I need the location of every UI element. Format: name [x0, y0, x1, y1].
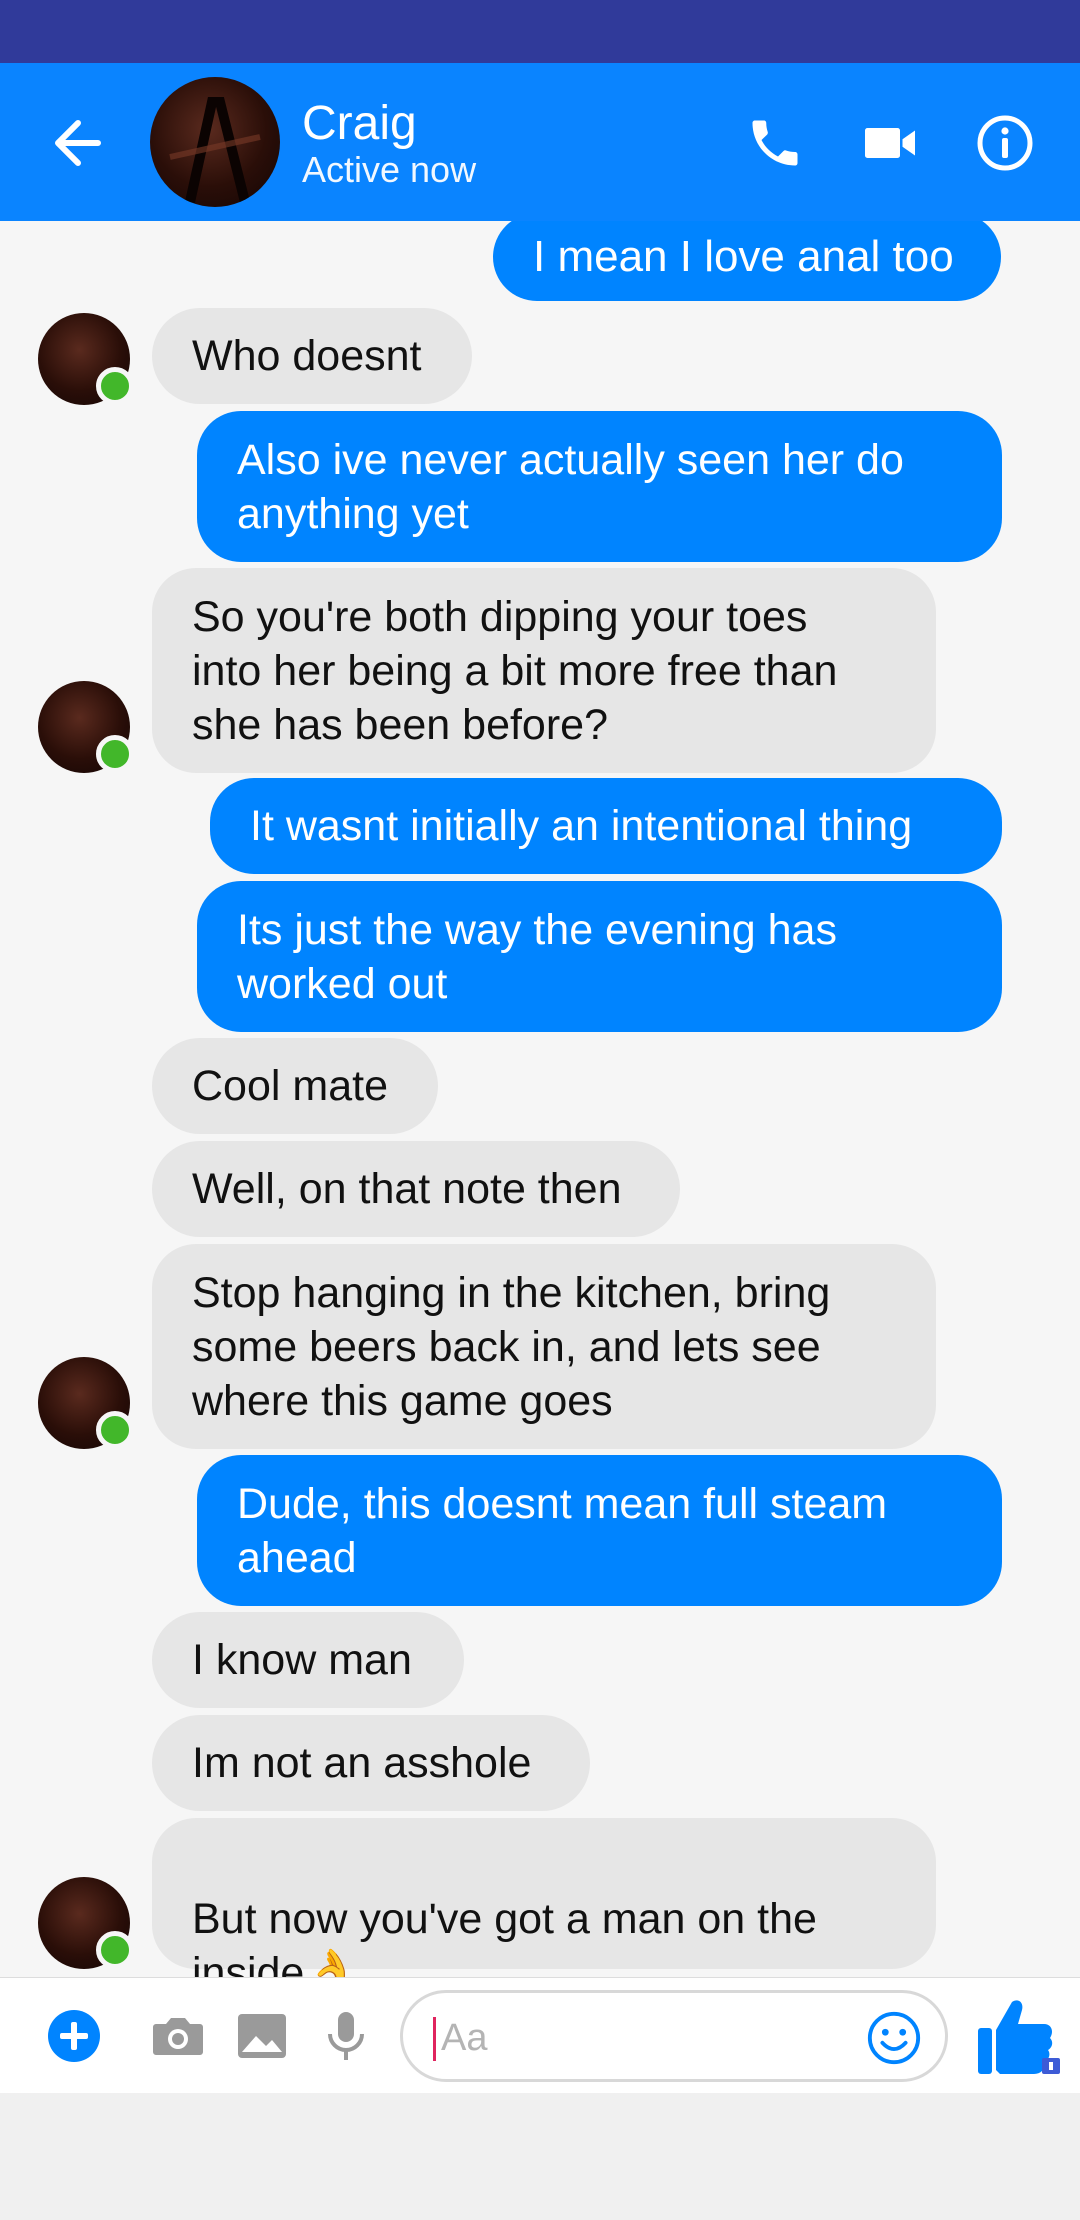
- contact-avatar-small[interactable]: [38, 313, 134, 405]
- info-icon[interactable]: [975, 113, 1035, 173]
- message-text: Cool mate: [192, 1062, 388, 1110]
- back-arrow-icon[interactable]: [48, 115, 104, 171]
- text-cursor: [433, 2017, 436, 2061]
- message-bubble-incoming[interactable]: So you're both dipping your toes into he…: [152, 568, 936, 773]
- message-text: Well, on that note then: [192, 1165, 622, 1213]
- active-status-indicator: [96, 735, 134, 773]
- message-text: I know man: [192, 1636, 412, 1684]
- message-text: It wasnt initially an intentional thing: [250, 802, 913, 850]
- contact-name[interactable]: Craig: [302, 97, 417, 151]
- message-input-container[interactable]: [400, 1990, 948, 2082]
- contact-avatar-small[interactable]: [38, 681, 134, 773]
- message-bubble-outgoing[interactable]: I mean I love anal too: [493, 221, 1001, 301]
- message-text: Who doesnt: [192, 332, 422, 380]
- message-bubble-outgoing[interactable]: Its just the way the evening has worked …: [197, 881, 1002, 1032]
- message-text: I mean I love anal too: [533, 232, 954, 281]
- message-bubble-incoming[interactable]: Cool mate: [152, 1038, 438, 1134]
- message-text: Im not an asshole: [192, 1739, 532, 1787]
- contact-avatar-small[interactable]: [38, 1877, 134, 1969]
- plus-icon[interactable]: [44, 2006, 104, 2066]
- message-bubble-incoming[interactable]: Stop hanging in the kitchen, bring some …: [152, 1244, 936, 1449]
- message-bubble-outgoing[interactable]: It wasnt initially an intentional thing: [210, 778, 1002, 874]
- message-text: Also ive never actually seen her do anyt…: [237, 435, 904, 538]
- camera-icon[interactable]: [148, 2006, 208, 2066]
- status-bar: [0, 0, 1080, 63]
- image-icon[interactable]: [232, 2006, 292, 2066]
- message-text: Dude, this doesnt mean full steam ahead: [237, 1479, 888, 1582]
- message-bubble-incoming[interactable]: Im not an asshole: [152, 1715, 590, 1811]
- message-bubble-outgoing[interactable]: Also ive never actually seen her do anyt…: [197, 411, 1002, 562]
- contact-status: Active now: [302, 149, 477, 190]
- microphone-icon[interactable]: [316, 2006, 376, 2066]
- thumbs-up-icon[interactable]: [972, 1992, 1062, 2082]
- message-input[interactable]: [439, 2007, 863, 2069]
- active-status-indicator: [96, 1411, 134, 1449]
- message-bubble-incoming[interactable]: I know man: [152, 1612, 464, 1708]
- emoji-icon[interactable]: [865, 2009, 923, 2067]
- message-text: So you're both dipping your toes into he…: [192, 592, 838, 749]
- conversation-header: Craig Active now: [0, 63, 1080, 221]
- ok-hand-emoji: 👌: [304, 1948, 360, 1977]
- message-bubble-incoming[interactable]: Who doesnt: [152, 308, 472, 404]
- active-status-indicator: [96, 367, 134, 405]
- message-bubble-incoming[interactable]: But now you've got a man on the inside👌: [152, 1818, 936, 1977]
- bottom-safe-area: [0, 2093, 1080, 2220]
- contact-avatar-small[interactable]: [38, 1357, 134, 1449]
- video-camera-icon[interactable]: [860, 113, 920, 173]
- message-bubble-outgoing[interactable]: Dude, this doesnt mean full steam ahead: [197, 1455, 1002, 1606]
- phone-icon[interactable]: [745, 113, 805, 173]
- message-text: Its just the way the evening has worked …: [237, 905, 837, 1008]
- message-list[interactable]: I mean I love anal too Who doesnt Also i…: [0, 221, 1080, 1977]
- message-bubble-incoming[interactable]: Well, on that note then: [152, 1141, 680, 1237]
- message-text: But now you've got a man on the inside: [192, 1895, 817, 1977]
- contact-avatar[interactable]: [150, 77, 280, 207]
- message-composer: [0, 1977, 1080, 2094]
- active-status-indicator: [96, 1931, 134, 1969]
- message-text: Stop hanging in the kitchen, bring some …: [192, 1268, 831, 1425]
